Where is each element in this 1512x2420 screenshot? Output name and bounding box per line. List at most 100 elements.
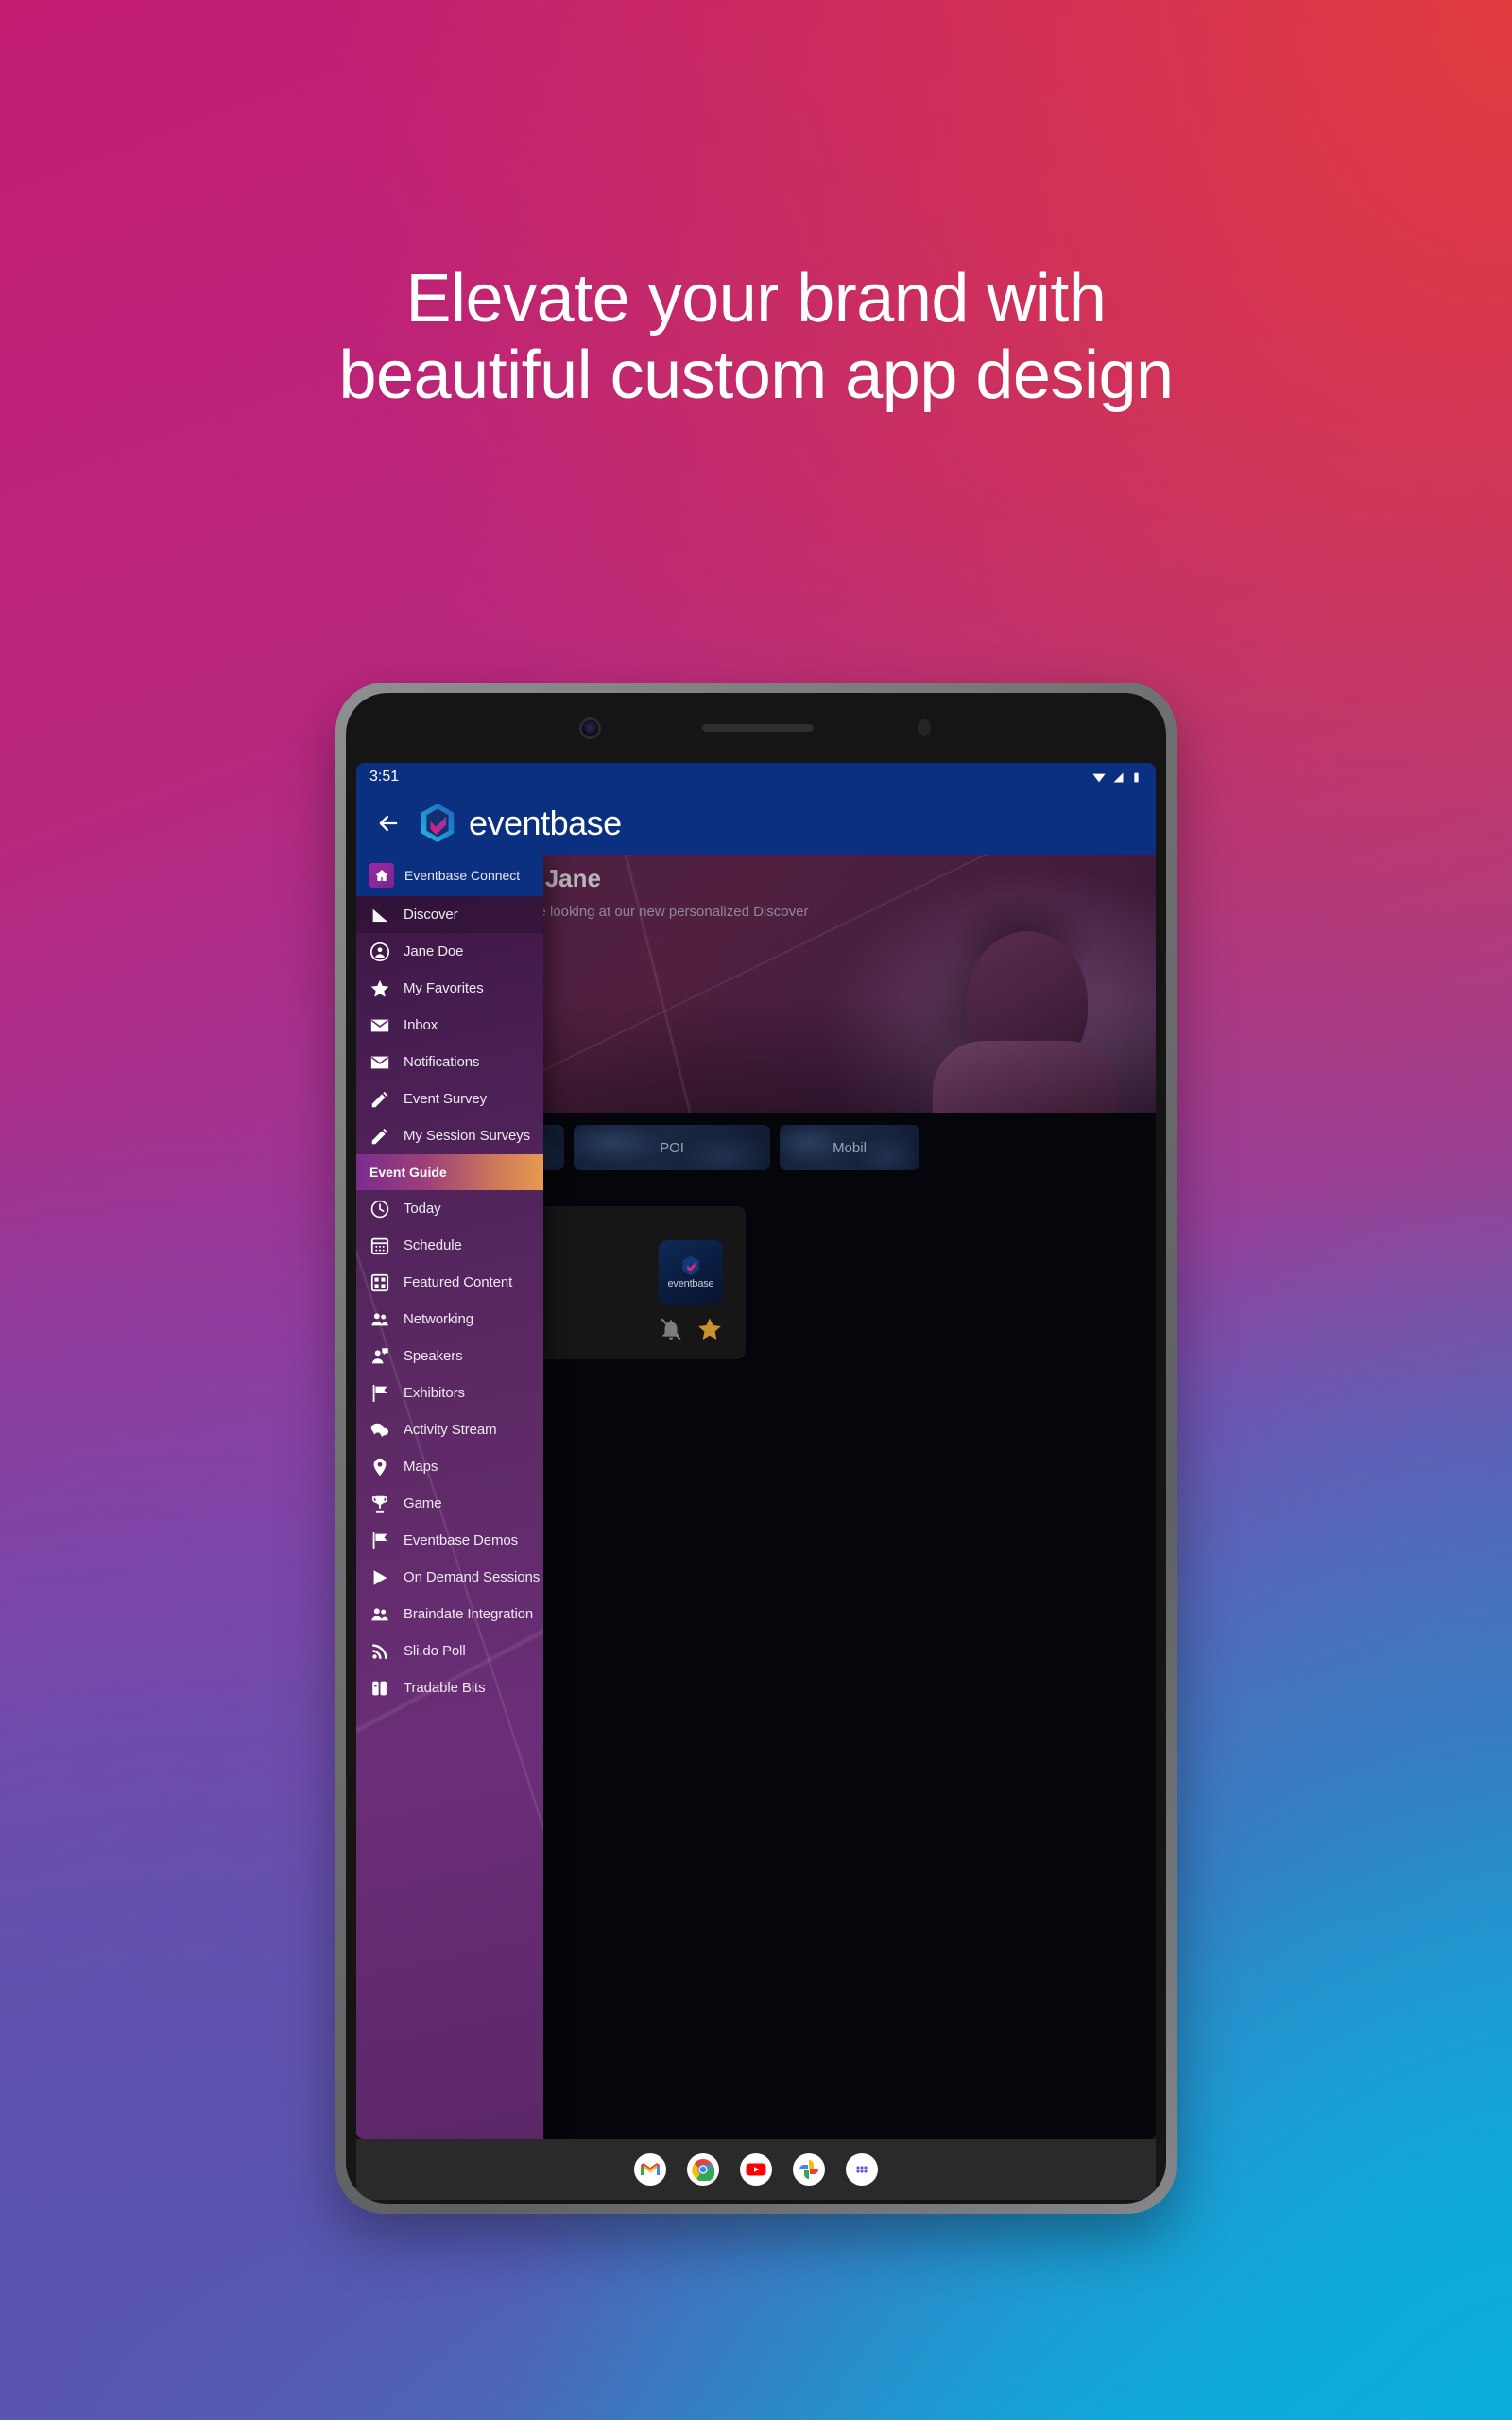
drawer-header-item[interactable]: Eventbase Connect	[356, 855, 543, 896]
sidebar-item-label: Eventbase Demos	[404, 1532, 519, 1548]
wifi-icon	[1092, 773, 1106, 783]
sidebar-item-label: Featured Content	[404, 1274, 513, 1290]
status-bar-icons	[1091, 769, 1143, 785]
promo-card[interactable]: Mobil	[780, 1125, 919, 1170]
device-screen: 3:51 eventbase Jane ntbase Platform and …	[356, 763, 1156, 2139]
sidebar-item-event-survey[interactable]: Event Survey	[356, 1080, 543, 1117]
promo-card-label: POI	[660, 1139, 684, 1156]
sidebar-item-my-session-surveys[interactable]: My Session Surveys	[356, 1117, 543, 1154]
android-dock[interactable]	[356, 2139, 1156, 2200]
sidebar-item-notifications[interactable]: Notifications	[356, 1044, 543, 1080]
sidebar-item-featured-content[interactable]: Featured Content	[356, 1264, 543, 1301]
app-drawer-icon[interactable]	[846, 2153, 878, 2186]
sidebar-item-label: Jane Doe	[404, 943, 464, 959]
eventbase-logo-tile: eventbase	[659, 1240, 723, 1305]
sidebar-item-maps[interactable]: Maps	[356, 1448, 543, 1485]
sidebar-item-label: Exhibitors	[404, 1385, 465, 1401]
sidebar-item-label: My Favorites	[404, 980, 484, 996]
mail-icon	[369, 1052, 390, 1073]
drawer-section-header: Event Guide	[356, 1154, 543, 1190]
drawer-section-label: Event Guide	[369, 1165, 447, 1180]
account-icon	[369, 942, 390, 962]
sidebar-item-speakers[interactable]: Speakers	[356, 1338, 543, 1374]
chat-icon	[369, 1420, 390, 1441]
gmail-icon[interactable]	[634, 2153, 666, 2186]
sidebar-item-networking[interactable]: Networking	[356, 1301, 543, 1338]
flag-icon	[369, 1383, 390, 1404]
grid-icon	[369, 1272, 390, 1293]
sidebar-item-slido-poll[interactable]: Sli.do Poll	[356, 1633, 543, 1669]
headline-line-2: beautiful custom app design	[338, 337, 1174, 413]
sidebar-item-label: Discover	[404, 907, 458, 923]
signal-icon	[1113, 772, 1124, 782]
sidebar-item-game[interactable]: Game	[356, 1485, 543, 1522]
sidebar-item-label: My Session Surveys	[404, 1128, 531, 1144]
proximity-sensor-icon	[917, 719, 931, 736]
sidebar-item-label: On Demand Sessions	[404, 1569, 541, 1585]
promo-card-label: Mobil	[833, 1139, 867, 1156]
status-bar-time: 3:51	[369, 769, 400, 785]
sidebar-item-label: Event Survey	[404, 1091, 488, 1107]
brand-lockup: eventbase	[419, 803, 622, 843]
pin-icon	[369, 1457, 390, 1478]
chrome-icon[interactable]	[687, 2153, 719, 2186]
trophy-icon	[369, 1494, 390, 1514]
people-icon	[369, 1604, 390, 1625]
eventbase-logo-icon	[421, 803, 455, 843]
sidebar-item-label: Today	[404, 1201, 441, 1217]
sidebar-item-label: Networking	[404, 1311, 474, 1327]
battery-icon	[1134, 772, 1139, 782]
sidebar-item-braindate-integration[interactable]: Braindate Integration	[356, 1596, 543, 1633]
navigation-drawer[interactable]: Eventbase Connect Discover Jane Doe My F…	[356, 855, 543, 2139]
tablet-device-frame: 3:51 eventbase Jane ntbase Platform and …	[335, 683, 1177, 2214]
app-bar: eventbase	[356, 791, 1156, 855]
sidebar-item-exhibitors[interactable]: Exhibitors	[356, 1374, 543, 1411]
sidebar-item-jane-doe[interactable]: Jane Doe	[356, 933, 543, 970]
sidebar-item-discover[interactable]: Discover	[356, 896, 543, 933]
play-icon	[369, 1567, 390, 1588]
drawer-header-label: Eventbase Connect	[404, 868, 521, 883]
sidebar-item-label: Inbox	[404, 1017, 438, 1033]
card-action-row[interactable]	[659, 1316, 723, 1342]
hero-photo	[902, 895, 1139, 1113]
earpiece-speaker-grille	[701, 724, 814, 732]
sidebar-item-on-demand-sessions[interactable]: On Demand Sessions	[356, 1559, 543, 1596]
hero-speaker-body	[933, 1041, 1118, 1113]
sidebar-item-today[interactable]: Today	[356, 1190, 543, 1227]
youtube-icon[interactable]	[740, 2153, 772, 2186]
sidebar-item-label: Game	[404, 1495, 442, 1512]
drawer-menu[interactable]: Discover Jane Doe My Favorites Inbox Not…	[356, 896, 543, 1706]
pencil-icon	[369, 1126, 390, 1147]
sidebar-item-inbox[interactable]: Inbox	[356, 1007, 543, 1044]
sidebar-item-label: Tradable Bits	[404, 1680, 486, 1696]
flag-icon	[369, 1530, 390, 1551]
sidebar-item-label: Maps	[404, 1459, 438, 1475]
sidebar-item-eventbase-demos[interactable]: Eventbase Demos	[356, 1522, 543, 1559]
speaker-icon	[369, 1346, 390, 1367]
bell-off-icon[interactable]	[659, 1317, 683, 1341]
sidebar-item-label: Notifications	[404, 1054, 480, 1070]
promo-card[interactable]: POI	[574, 1125, 770, 1170]
people-icon	[369, 1309, 390, 1330]
brand-title: eventbase	[469, 803, 622, 842]
sidebar-item-my-favorites[interactable]: My Favorites	[356, 970, 543, 1007]
status-bar: 3:51	[356, 763, 1156, 791]
page-headline: Elevate your brand with beautiful custom…	[0, 261, 1512, 413]
device-bezel-top	[346, 693, 1166, 763]
tickets-icon	[369, 1678, 390, 1699]
back-arrow-icon[interactable]	[375, 810, 402, 837]
star-icon[interactable]	[696, 1316, 723, 1342]
headline-line-1: Elevate your brand with	[405, 261, 1107, 337]
sidebar-item-label: Braindate Integration	[404, 1606, 534, 1622]
star-icon	[369, 978, 390, 999]
sidebar-item-activity-stream[interactable]: Activity Stream	[356, 1411, 543, 1448]
eventbase-logo-icon	[682, 1255, 699, 1276]
sidebar-item-schedule[interactable]: Schedule	[356, 1227, 543, 1264]
sidebar-item-label: Activity Stream	[404, 1422, 497, 1438]
clock-icon	[369, 1199, 390, 1219]
sidebar-item-tradable-bits[interactable]: Tradable Bits	[356, 1669, 543, 1706]
photos-icon[interactable]	[793, 2153, 825, 2186]
tablet-screen-shell: 3:51 eventbase Jane ntbase Platform and …	[346, 693, 1166, 2204]
front-camera-icon	[581, 719, 598, 736]
sidebar-item-label: Schedule	[404, 1237, 462, 1253]
